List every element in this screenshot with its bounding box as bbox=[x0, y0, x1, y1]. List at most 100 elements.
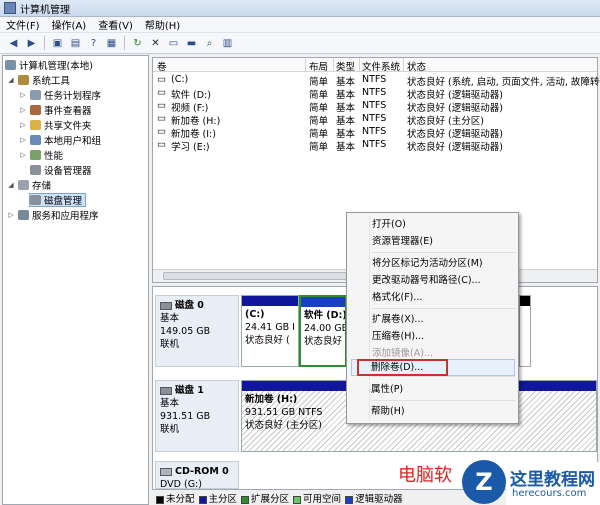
primary-partition-bar bbox=[242, 296, 298, 306]
tree-item-system-tools[interactable]: ◢ 系统工具 bbox=[7, 73, 70, 87]
task-scheduler-icon bbox=[30, 90, 41, 100]
legend-free-space: 可用空间 bbox=[293, 491, 341, 505]
menu-separator bbox=[371, 400, 515, 401]
menu-gutter bbox=[369, 215, 370, 421]
toolbar-separator bbox=[44, 36, 45, 50]
services-icon bbox=[18, 210, 29, 220]
menu-item-change-drive-letter[interactable]: 更改驱动器号和路径(C)... bbox=[372, 273, 481, 288]
tools-icon bbox=[18, 75, 29, 85]
volume-row[interactable]: ▭ 新加卷 (H:) 简单 基本 NTFS 状态良好 (主分区) bbox=[153, 113, 597, 127]
tree-item-device-manager[interactable]: 设备管理器 bbox=[30, 163, 92, 177]
tree-item-local-users[interactable]: ▷ 本地用户和组 bbox=[19, 133, 101, 147]
expand-arrow-icon[interactable]: ▷ bbox=[7, 211, 15, 219]
menu-item-explorer[interactable]: 资源管理器(E) bbox=[372, 234, 433, 249]
menu-bar: 文件(F) 操作(A) 查看(V) 帮助(H) bbox=[0, 17, 600, 33]
menu-item-properties[interactable]: 属性(P) bbox=[371, 382, 403, 397]
header-layout[interactable]: 布局 bbox=[309, 59, 328, 73]
storage-icon bbox=[18, 180, 29, 190]
partition-right-edge[interactable] bbox=[519, 295, 531, 367]
menu-separator bbox=[372, 308, 516, 309]
disk-icon[interactable]: ▭ bbox=[166, 36, 181, 51]
tree-item-task-scheduler[interactable]: ▷ 任务计划程序 bbox=[19, 88, 101, 102]
volume-drive-icon: ▭ bbox=[157, 74, 166, 85]
menu-separator bbox=[371, 376, 515, 377]
volume-drive-icon: ▭ bbox=[157, 126, 166, 137]
disk-drive-icon bbox=[160, 301, 172, 310]
legend-unallocated: 未分配 bbox=[156, 491, 195, 505]
header-type[interactable]: 类型 bbox=[336, 59, 355, 73]
help-icon[interactable]: ? bbox=[86, 36, 101, 51]
menu-help[interactable]: 帮助(H) bbox=[145, 17, 180, 32]
menu-item-extend-volume[interactable]: 扩展卷(X)... bbox=[372, 312, 423, 327]
back-icon[interactable]: ◀ bbox=[6, 36, 21, 51]
header-volume[interactable]: 卷 bbox=[157, 59, 167, 73]
watermark-brand: 这里教程网 herecours.com bbox=[506, 462, 600, 505]
shared-folder-icon bbox=[30, 120, 41, 130]
computer-icon bbox=[5, 60, 16, 70]
computer-management-icon bbox=[4, 2, 16, 14]
menu-item-open[interactable]: 打开(O) bbox=[372, 217, 406, 232]
new-disk-icon[interactable]: ▬ bbox=[184, 36, 199, 51]
expand-arrow-icon[interactable]: ▷ bbox=[19, 106, 27, 114]
tree-item-storage[interactable]: ◢ 存储 bbox=[7, 178, 51, 192]
collapse-arrow-icon[interactable]: ◢ bbox=[7, 76, 15, 84]
header-filesystem[interactable]: 文件系统 bbox=[362, 59, 400, 73]
volume-row[interactable]: ▭ (C:) 简单 基本 NTFS 状态良好 (系统, 启动, 页面文件, 活动… bbox=[153, 74, 600, 88]
delete-volume-highlight-box bbox=[357, 359, 448, 376]
menu-item-shrink-volume[interactable]: 压缩卷(H)... bbox=[372, 329, 424, 344]
volume-row[interactable]: ▭ 新加卷 (I:) 简单 基本 NTFS 状态良好 (逻辑驱动器) bbox=[153, 126, 597, 140]
menu-item-mark-active[interactable]: 将分区标记为活动分区(M) bbox=[372, 256, 483, 271]
users-icon bbox=[30, 135, 41, 145]
expand-arrow-icon[interactable]: ▷ bbox=[19, 91, 27, 99]
title-bar: 计算机管理 bbox=[0, 0, 600, 17]
legend-logical: 逻辑驱动器 bbox=[345, 491, 403, 505]
tree-item-event-viewer[interactable]: ▷ 事件查看器 bbox=[19, 103, 92, 117]
menu-file[interactable]: 文件(F) bbox=[6, 17, 40, 32]
performance-icon bbox=[30, 150, 41, 160]
toolbar: ◀ ▶ ▣ ▤ ? ▦ ↻ ✕ ▭ ▬ ⌕ ▥ bbox=[0, 33, 600, 54]
expand-arrow-icon[interactable]: ▷ bbox=[19, 121, 27, 129]
watermark-brand-name: 这里教程网 bbox=[510, 470, 595, 490]
tree-item-shared-folders[interactable]: ▷ 共享文件夹 bbox=[19, 118, 92, 132]
legend-primary: 主分区 bbox=[198, 491, 237, 505]
menu-view[interactable]: 查看(V) bbox=[98, 17, 133, 32]
volume-row[interactable]: ▭ 学习 (E:) 简单 基本 NTFS 状态良好 (逻辑驱动器) bbox=[153, 139, 597, 153]
volume-drive-icon: ▭ bbox=[157, 100, 166, 111]
forward-icon[interactable]: ▶ bbox=[24, 36, 39, 51]
tree-item-services[interactable]: ▷ 服务和应用程序 bbox=[7, 208, 99, 222]
tree-item-performance[interactable]: ▷ 性能 bbox=[19, 148, 63, 162]
watermark-text: 电脑软 bbox=[398, 465, 452, 486]
collapse-arrow-icon[interactable]: ◢ bbox=[7, 181, 15, 189]
volume-drive-icon: ▭ bbox=[157, 113, 166, 124]
tree-item-root[interactable]: 计算机管理(本地) bbox=[5, 58, 93, 72]
disk-drive-icon bbox=[160, 386, 172, 395]
volume-row[interactable]: ▭ 软件 (D:) 简单 基本 NTFS 状态良好 (逻辑驱动器) bbox=[153, 87, 597, 101]
refresh-icon[interactable]: ↻ bbox=[130, 36, 145, 51]
event-viewer-icon bbox=[30, 105, 41, 115]
menu-action[interactable]: 操作(A) bbox=[52, 17, 87, 32]
volume-row[interactable]: ▭ 视频 (F:) 简单 基本 NTFS 状态良好 (逻辑驱动器) bbox=[153, 100, 597, 114]
window-title: 计算机管理 bbox=[20, 4, 70, 16]
menu-item-help[interactable]: 帮助(H) bbox=[371, 404, 405, 419]
view-icon[interactable]: ▥ bbox=[220, 36, 235, 51]
search-icon[interactable]: ⌕ bbox=[202, 36, 217, 51]
unallocated-bar bbox=[520, 296, 530, 306]
disk-0-info[interactable]: 磁盘 0 基本 149.05 GB 联机 bbox=[155, 295, 239, 367]
expand-arrow-icon[interactable]: ▷ bbox=[19, 136, 27, 144]
tree-item-disk-management[interactable]: 磁盘管理 bbox=[29, 193, 87, 207]
watermark-url: herecours.com bbox=[512, 488, 587, 499]
device-manager-icon bbox=[30, 165, 41, 175]
properties-icon[interactable]: ▦ bbox=[104, 36, 119, 51]
header-status[interactable]: 状态 bbox=[407, 59, 426, 73]
toolbar-separator bbox=[124, 36, 125, 50]
partition-c[interactable]: (C:) 24.41 GB I 状态良好 ( bbox=[241, 295, 299, 367]
disk-1-info[interactable]: 磁盘 1 基本 931.51 GB 联机 bbox=[155, 380, 239, 452]
cdrom-info[interactable]: CD-ROM 0 DVD (G:) bbox=[155, 461, 239, 490]
delete-icon[interactable]: ✕ bbox=[148, 36, 163, 51]
partition-d[interactable]: 软件 (D:) 24.00 GB 状态良好 ( bbox=[299, 295, 347, 367]
menu-item-format[interactable]: 格式化(F)... bbox=[372, 290, 422, 305]
legend-extended: 扩展分区 bbox=[241, 491, 289, 505]
expand-arrow-icon[interactable]: ▷ bbox=[19, 151, 27, 159]
up-icon[interactable]: ▣ bbox=[50, 36, 65, 51]
show-hide-tree-icon[interactable]: ▤ bbox=[68, 36, 83, 51]
